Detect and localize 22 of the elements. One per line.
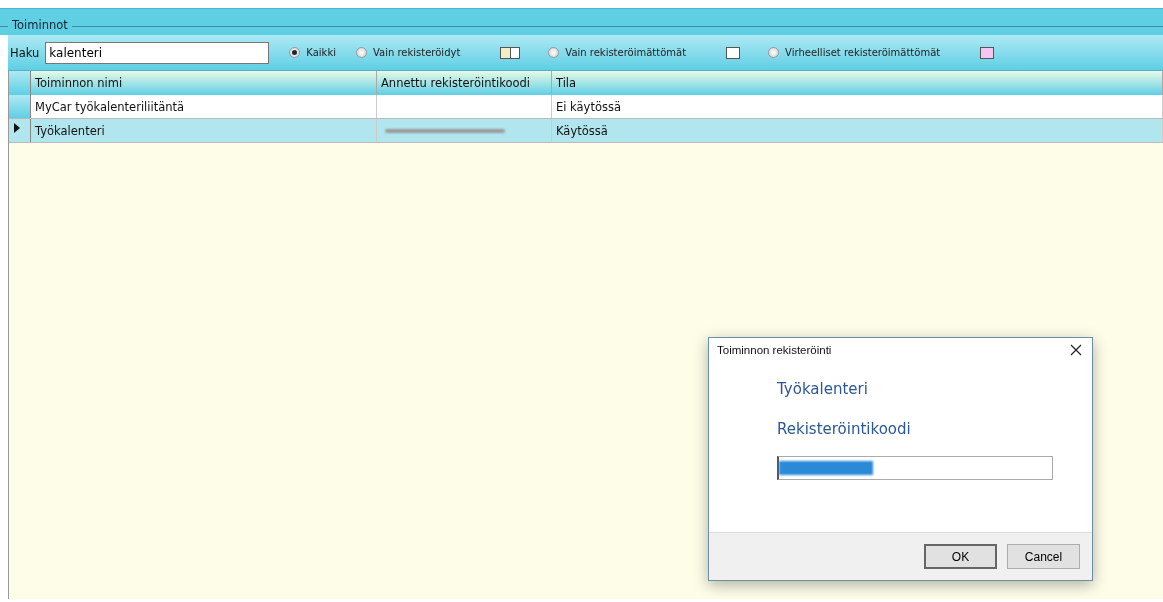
filter-radio[interactable]: Virheelliset rekisteröimättömät [768, 47, 941, 58]
column-header[interactable]: Annettu rekisteröintikoodi [376, 71, 552, 95]
code-field[interactable] [777, 456, 1053, 480]
row-pointer-icon [14, 122, 20, 133]
dialog-heading: Työkalenteri [777, 380, 869, 398]
table-cell: Käytössä [551, 118, 1163, 143]
search-label: Haku [10, 45, 40, 60]
table-cell: Työkalenteri [30, 118, 377, 143]
search-field[interactable]: kalenteri [45, 41, 270, 64]
filter-radio[interactable]: Vain rekisteröimättömät [548, 47, 687, 58]
filter-radio[interactable]: Kaikki [289, 47, 336, 58]
column-header[interactable]: Toiminnon nimi [30, 71, 377, 95]
panel-title: Toiminnot [11, 18, 69, 32]
close-icon[interactable] [1070, 344, 1082, 356]
field-label: Rekisteröintikoodi [777, 420, 912, 438]
table-cell: MyCar työkalenteriliitäntä [30, 95, 377, 119]
filter-radio[interactable]: Vain rekisteröidyt [355, 47, 461, 58]
dialog-title: Toiminnon rekisteröinti [717, 344, 832, 356]
table-cell: Ei käytössä [551, 95, 1163, 119]
ok-button[interactable]: OK [924, 544, 997, 569]
column-header[interactable]: Tila [551, 71, 1163, 95]
cancel-button[interactable]: Cancel [1007, 544, 1080, 569]
